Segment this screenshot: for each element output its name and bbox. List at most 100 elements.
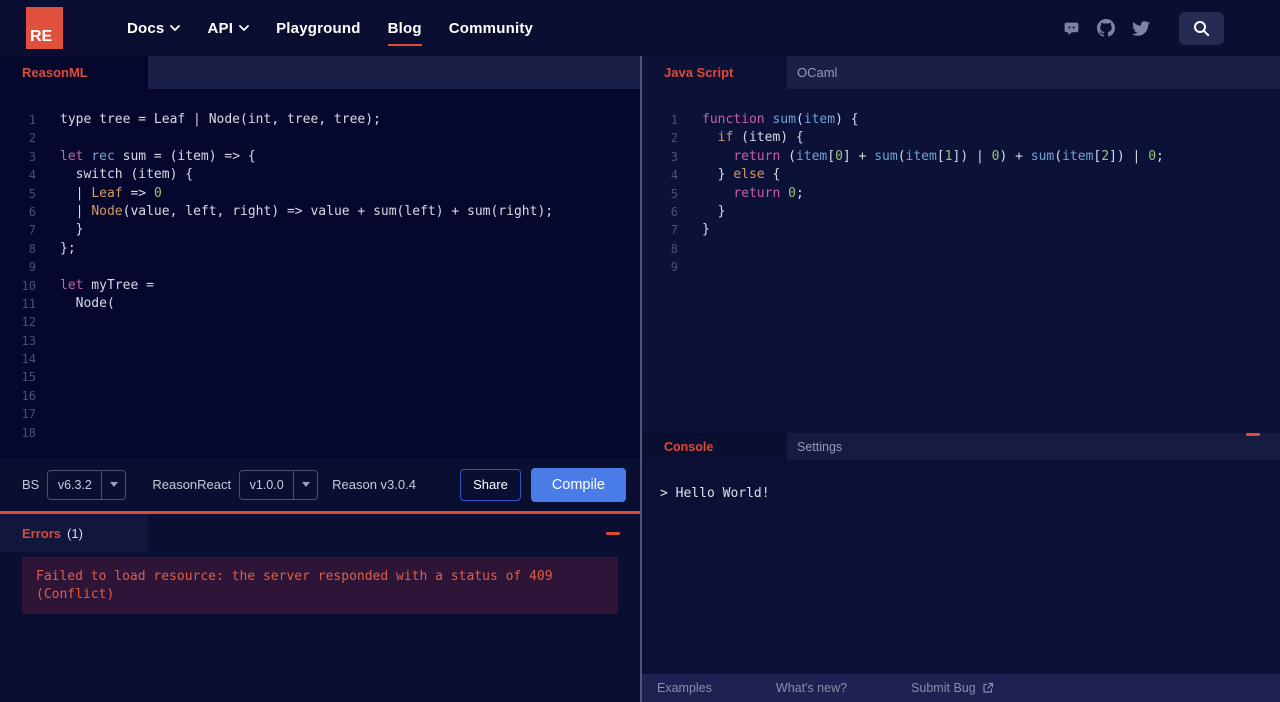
compile-toolbar: BS v6.3.2 ReasonReact v1.0.0 Reason v3.0… xyxy=(0,458,640,511)
code-line: 9 xyxy=(0,258,640,276)
github-icon[interactable] xyxy=(1097,19,1115,37)
code-line: 1 type tree = Leaf | Node(int, tree, tree… xyxy=(0,111,640,129)
nav-item-community[interactable]: Community xyxy=(449,20,533,37)
code-line: 3 return (item[0] + sum(item[1]) | 0) + … xyxy=(642,148,1280,166)
nav-item-blog[interactable]: Blog xyxy=(387,19,422,46)
tab-console[interactable]: Console xyxy=(642,433,787,460)
code-line: 9 xyxy=(642,258,1280,276)
code-line: 2 if (item) { xyxy=(642,129,1280,147)
reason-code-editor[interactable]: 1 type tree = Leaf | Node(int, tree, tree… xyxy=(0,89,640,458)
navbar-right xyxy=(1062,11,1224,45)
line-number: 8 xyxy=(28,241,36,256)
minimize-console-icon[interactable] xyxy=(1246,433,1260,436)
discord-icon[interactable] xyxy=(1062,19,1080,37)
search-button[interactable] xyxy=(1179,11,1224,45)
code-line: 18 xyxy=(0,424,640,442)
code-line: 12 xyxy=(0,313,640,331)
line-number: 4 xyxy=(670,168,678,183)
reasonreact-version-dropdown[interactable]: v1.0.0 xyxy=(239,469,319,500)
line-number: 9 xyxy=(670,260,678,275)
code-text: let myTree = xyxy=(60,277,154,293)
right-column: Java Script OCaml 1 function sum(item) {2… xyxy=(640,56,1280,702)
app-window: RE Docs API Playground Blog Community Re… xyxy=(0,0,1280,702)
bs-version-dropdown[interactable]: v6.3.2 xyxy=(47,469,127,500)
nav-item-playground[interactable]: Playground xyxy=(276,20,361,37)
line-number: 12 xyxy=(21,315,36,330)
line-number: 4 xyxy=(28,168,36,183)
code-text: } xyxy=(60,222,84,238)
nav-label: Community xyxy=(448,19,534,37)
line-number: 13 xyxy=(21,333,36,348)
code-line: 8 xyxy=(642,240,1280,258)
tab-settings[interactable]: Settings xyxy=(787,433,852,460)
console-tabbar: Console Settings xyxy=(642,433,1280,460)
code-line: 16 xyxy=(0,387,640,405)
line-number: 18 xyxy=(21,425,36,440)
footer-submit-bug-link[interactable]: Submit Bug xyxy=(911,681,994,695)
search-icon xyxy=(1194,20,1210,36)
line-number: 14 xyxy=(21,352,36,367)
compile-button[interactable]: Compile xyxy=(530,467,626,502)
error-message-box: Failed to load resource: the server resp… xyxy=(22,557,618,614)
reason-logo[interactable]: RE xyxy=(26,7,63,49)
line-number: 5 xyxy=(28,186,36,201)
errors-count-badge: (1) xyxy=(67,525,83,541)
tab-reasonml[interactable]: ReasonML xyxy=(0,56,148,89)
code-text: } xyxy=(702,222,710,238)
line-number: 1 xyxy=(670,113,678,127)
code-line: 17 xyxy=(0,405,640,423)
footer-label: Submit Bug xyxy=(911,681,976,695)
code-line: 11 Node( xyxy=(0,295,640,313)
line-number: 5 xyxy=(670,186,678,201)
code-text: | Leaf => 0 xyxy=(60,185,162,201)
code-text: return 0; xyxy=(733,185,804,201)
left-column: ReasonML 1 type tree = Leaf | Node(int, t… xyxy=(0,56,640,702)
line-number: 7 xyxy=(670,223,678,238)
tab-errors[interactable]: Errors (1) xyxy=(0,514,148,552)
nav-item-api[interactable]: API xyxy=(207,20,249,37)
line-number: 16 xyxy=(21,388,36,403)
console-output-line: > Hello World! xyxy=(660,486,770,501)
error-message-text: Failed to load resource: the server resp… xyxy=(36,569,553,602)
javascript-output-editor: 1 function sum(item) {2 if (item) {3 retu… xyxy=(642,89,1280,433)
code-line: 7 } xyxy=(0,221,640,239)
line-number: 3 xyxy=(28,149,36,164)
code-text: type tree = Leaf | Node(int, tree, tree)… xyxy=(60,112,381,127)
code-line: 5 return 0; xyxy=(642,185,1280,203)
code-line: 5 | Leaf => 0 xyxy=(0,185,640,203)
tab-label: Settings xyxy=(797,439,843,454)
footer-examples-link[interactable]: Examples xyxy=(657,681,712,695)
errors-panel: Errors (1) Failed to load resource: the … xyxy=(0,511,640,702)
footer-whats-new-link[interactable]: What's new? xyxy=(776,681,847,695)
code-line: 14 xyxy=(0,350,640,368)
top-navbar: RE Docs API Playground Blog Community xyxy=(0,0,1280,56)
code-line: 13 xyxy=(0,332,640,350)
line-number: 6 xyxy=(670,204,678,219)
reasonreact-label: ReasonReact xyxy=(152,477,232,492)
code-line: 4 } else { xyxy=(642,166,1280,184)
tab-ocaml[interactable]: OCaml xyxy=(787,56,847,89)
bs-version-value: v6.3.2 xyxy=(57,477,92,492)
minimize-errors-icon[interactable] xyxy=(606,531,620,535)
share-button[interactable]: Share xyxy=(460,468,521,501)
code-text: if (item) { xyxy=(717,130,804,146)
code-line: 10 let myTree = xyxy=(0,277,640,295)
tab-javascript[interactable]: Java Script xyxy=(642,56,787,89)
line-number: 2 xyxy=(670,131,678,146)
chevron-down-icon xyxy=(239,25,249,31)
line-number: 11 xyxy=(21,296,36,311)
code-line: 6 } xyxy=(642,203,1280,221)
twitter-icon[interactable] xyxy=(1132,19,1150,37)
nav-item-docs[interactable]: Docs xyxy=(127,20,181,37)
nav-label: Blog xyxy=(387,19,422,37)
nav-label: API xyxy=(207,19,234,37)
dropdown-caret xyxy=(101,470,125,499)
playground-footer: Examples What's new? Submit Bug xyxy=(642,674,1280,702)
